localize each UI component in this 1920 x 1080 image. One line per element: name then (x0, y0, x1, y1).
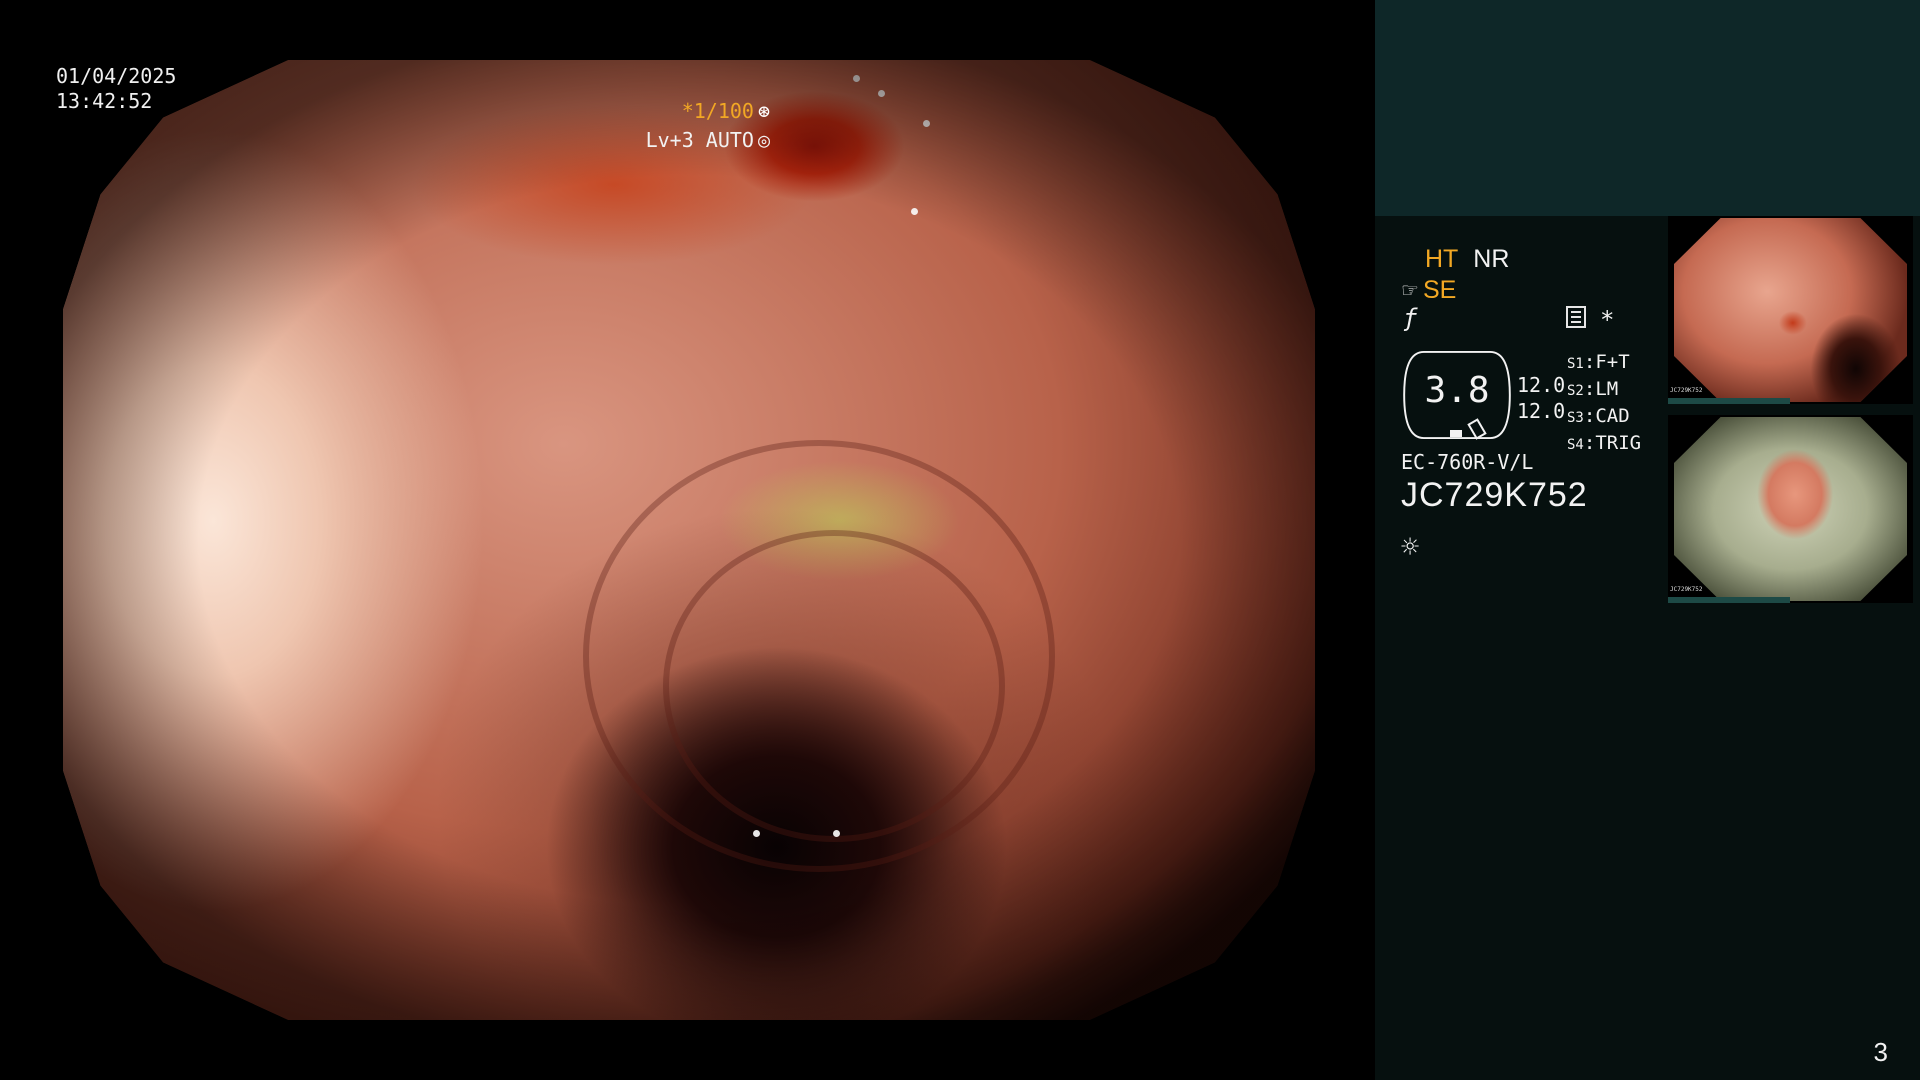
light-reflection (911, 208, 918, 215)
scope-serial: JC729K752 (1401, 476, 1588, 514)
light-icon: ☼ (1401, 530, 1420, 565)
gauge-marker (1450, 430, 1462, 437)
menu-icon (1566, 306, 1586, 328)
slot-row: S3:CAD (1567, 405, 1630, 427)
nr-label: NR (1473, 245, 1510, 273)
light-reflection (833, 830, 840, 837)
hand-icon: ☞ (1401, 280, 1419, 302)
endoscope-view: 01/04/2025 13:42:52 *1/100 ⊛ Lv+3 AUTO ◎ (0, 0, 1375, 1080)
slot-row: S4:TRIG (1567, 432, 1642, 454)
time-display: 13:42:52 (56, 89, 153, 113)
iris-setting: Lv+3 AUTO ◎ (646, 128, 770, 152)
thumbnail-1[interactable]: JC729K752 (1668, 216, 1913, 404)
switch-slots: S1:F+T S2:LM S3:CAD S4:TRIG (1567, 350, 1641, 458)
thumbnail-caption: JC729K752 (1670, 586, 1703, 593)
panel-header-area (1375, 0, 1920, 216)
shutter-icon: ⊛ (757, 99, 770, 123)
shutter-label: *1/100 (681, 99, 754, 123)
light-reflection (923, 120, 930, 127)
f-icon: ƒ (1403, 304, 1418, 332)
se-label: SE (1422, 276, 1457, 304)
light-reflection (878, 90, 885, 97)
ht-nr-line: HT NR (1425, 245, 1509, 274)
slot-row: S2:LM (1567, 378, 1619, 400)
date-display: 01/04/2025 (56, 64, 177, 88)
light-reflection (753, 830, 760, 837)
mucosal-fold (663, 530, 1005, 842)
thumbnail-bar (1668, 597, 1790, 603)
shutter-speed: *1/100 ⊛ (682, 99, 770, 123)
thumbnail-bar (1668, 398, 1790, 404)
slot-row: S1:F+T (1567, 351, 1630, 373)
value-2: 12.0 (1517, 399, 1566, 423)
thumbnail-image (1674, 417, 1907, 601)
page-number: 3 (1873, 1037, 1888, 1067)
iris-icon: ◎ (757, 128, 770, 152)
mucosal-fold (583, 440, 1055, 872)
light-reflection (853, 75, 860, 82)
scope-model: EC-760R-V/L (1401, 450, 1534, 474)
star-icon: * (1600, 306, 1615, 334)
ht-label: HT (1425, 245, 1459, 273)
thumbnail-caption: JC729K752 (1670, 387, 1703, 394)
thumbnail-2[interactable]: JC729K752 (1668, 415, 1913, 603)
se-line: ☞ SE (1401, 276, 1456, 305)
thumbnail-image (1674, 218, 1907, 402)
iris-label: Lv+3 AUTO (645, 128, 754, 152)
gauge-value: 3.8 (1424, 370, 1490, 411)
endoscope-image (63, 60, 1315, 1020)
info-panel: HT NR ☞ SE ƒ * 3.8 12.0 12.0 S1:F+T S2:L… (1375, 0, 1920, 1080)
value-1: 12.0 (1517, 373, 1566, 397)
